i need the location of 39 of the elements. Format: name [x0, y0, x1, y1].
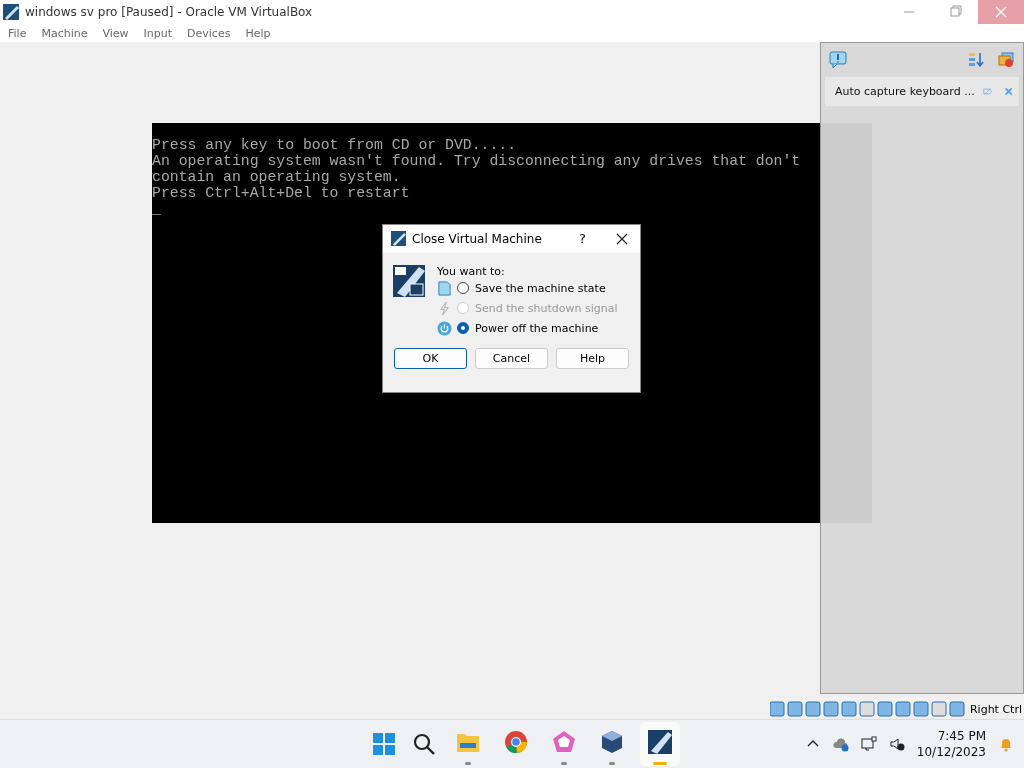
menu-item[interactable]: View	[102, 26, 129, 40]
windows-clear-icon[interactable]	[997, 51, 1015, 69]
dialog-button[interactable]: Cancel	[475, 347, 548, 369]
network-icon[interactable]	[860, 736, 877, 752]
radio-option[interactable]: Save the machine state	[457, 281, 606, 295]
dialog-button[interactable]: OK	[394, 347, 467, 369]
muted-speaker-icon[interactable]	[888, 736, 905, 752]
dialog-button[interactable]: Help	[556, 347, 629, 369]
console-line: An operating system wasn't found. Try disconnecting any drives that don't	[152, 152, 802, 169]
notification-text: Auto capture keyboard ...	[835, 85, 975, 98]
lightning-icon	[437, 300, 452, 316]
console-line: Press any key to boot from CD or DVD.....	[152, 136, 518, 153]
cloud-icon[interactable]	[832, 736, 849, 752]
menu-item[interactable]: File	[8, 26, 27, 40]
close-icon[interactable]	[616, 232, 628, 245]
host-key-text: Right Ctrl	[969, 702, 1022, 716]
menu-item[interactable]: Help	[245, 26, 271, 40]
help-mark-button[interactable]: ?	[579, 231, 586, 246]
dialog-title: Close Virtual Machine	[412, 231, 542, 246]
window-title: windows sv pro [Paused] - Oracle VM VirtualBox	[25, 5, 313, 19]
clock-time[interactable]: 7:45 PM	[937, 728, 986, 744]
radio-option[interactable]: Power off the machine	[457, 321, 599, 335]
console-line: _	[152, 200, 162, 217]
menu-item[interactable]: Machine	[41, 26, 88, 40]
power-icon	[437, 320, 452, 336]
console-line: Press Ctrl+Alt+Del to restart	[152, 184, 411, 201]
message-icon[interactable]	[829, 51, 847, 69]
console-line: contain an operating system.	[152, 168, 402, 185]
menu-item[interactable]: Devices	[187, 26, 231, 40]
status-icons-drawing[interactable]	[769, 701, 966, 717]
bell-icon[interactable]	[998, 736, 1014, 752]
memory-card-icon	[437, 280, 452, 296]
vm-icon	[391, 231, 406, 246]
os-logo-icon	[393, 264, 425, 297]
app-icon	[3, 4, 19, 20]
clock-date[interactable]: 10/12/2023	[916, 744, 986, 760]
prompt-text: You want to:	[437, 264, 506, 278]
menu-item[interactable]: Input	[143, 26, 173, 40]
sort-icon[interactable]	[967, 51, 985, 69]
